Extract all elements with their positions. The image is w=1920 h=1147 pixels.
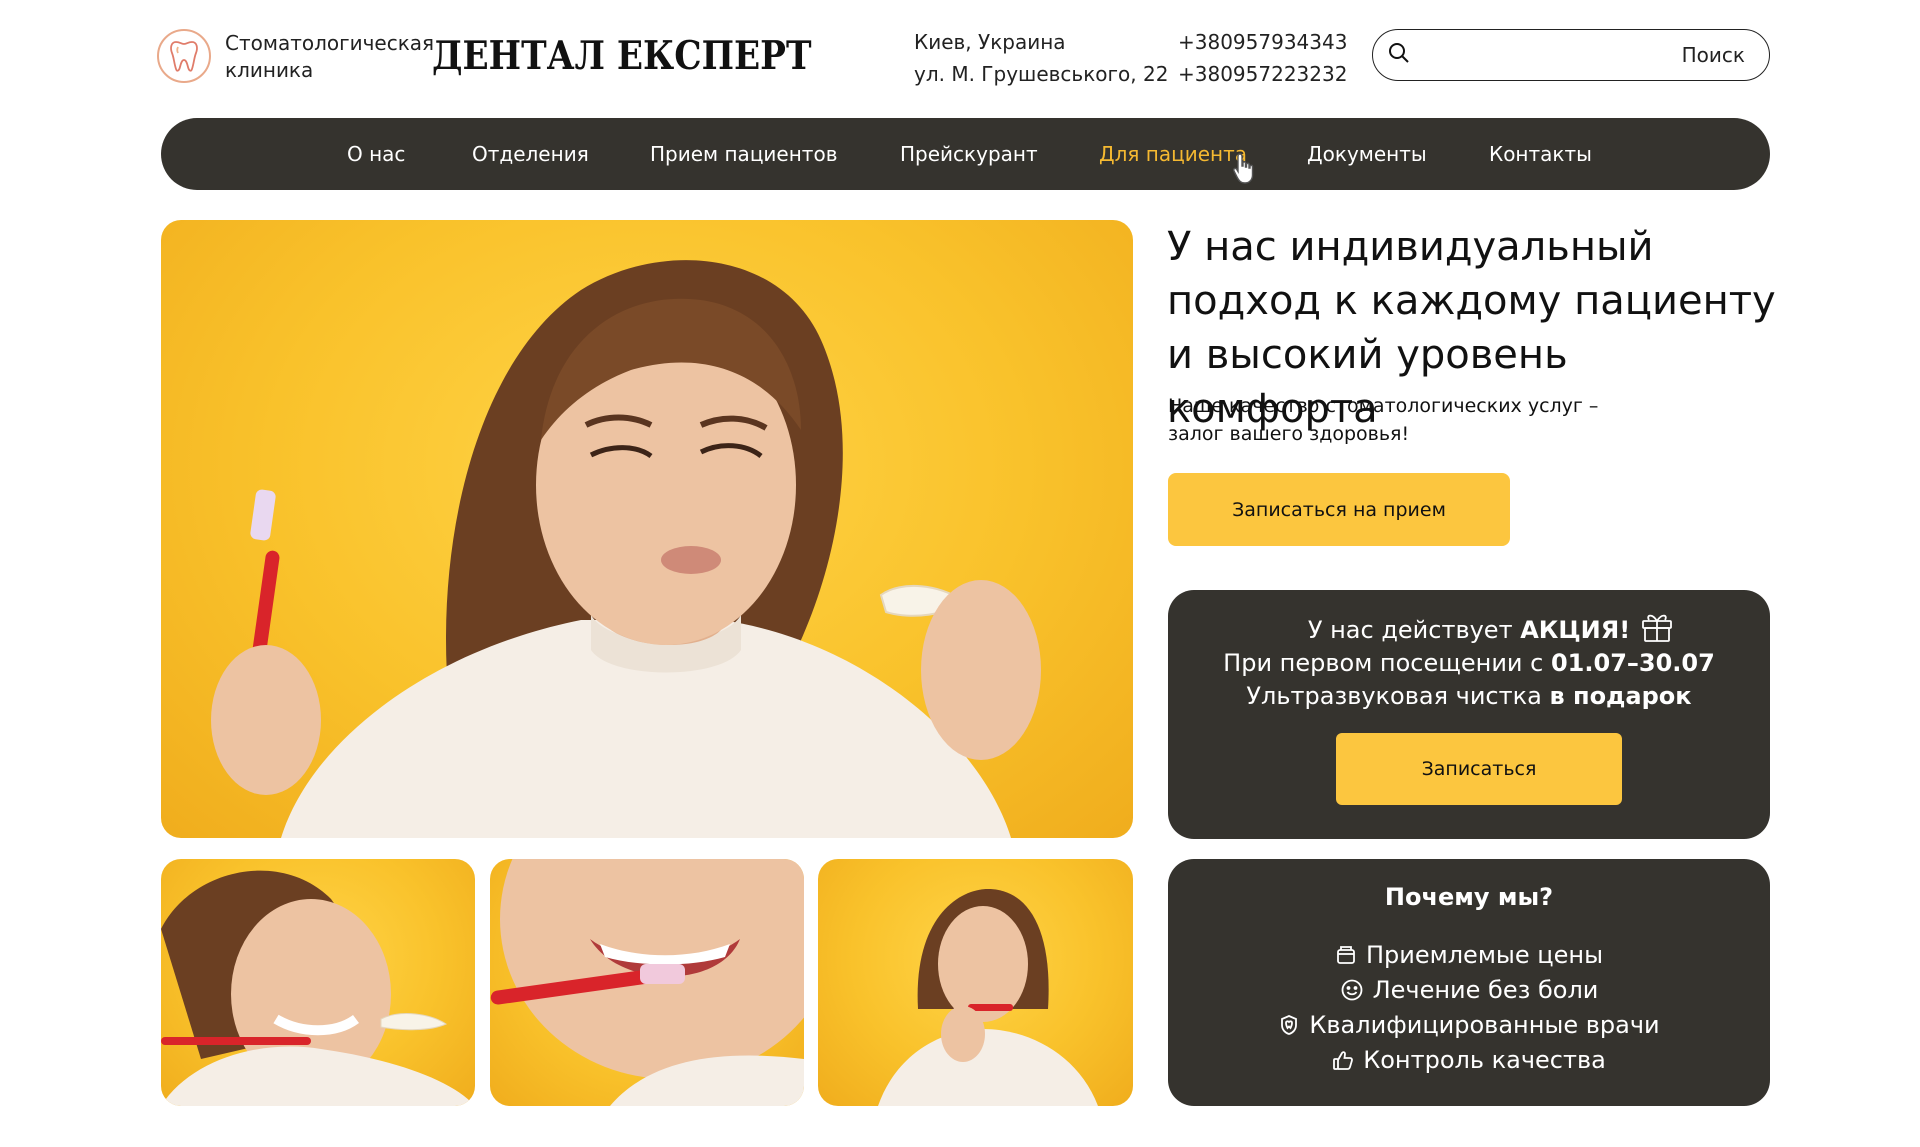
promo-signup-button[interactable]: Записаться (1336, 733, 1622, 805)
promo-line-3-text: Ультразвуковая чистка (1246, 682, 1550, 710)
wallet-icon (1337, 945, 1355, 964)
why-us-title: Почему мы? (1384, 883, 1554, 911)
why-us-item-painless: Лечение без боли (1340, 972, 1599, 1007)
thumbs-up-icon (1333, 1050, 1354, 1070)
hero-subtitle-line2: залог вашего здоровья! (1168, 423, 1410, 445)
phones: +380957934343 +380957223232 (1178, 26, 1347, 90)
address-city: Киев, Украина (914, 30, 1066, 54)
why-us-item-label: Квалифицированные врачи (1309, 1010, 1660, 1039)
thumbnail-photo-1[interactable] (161, 859, 475, 1106)
book-appointment-button[interactable]: Записаться на прием (1168, 473, 1510, 546)
thumbnail-photo-3[interactable] (818, 859, 1133, 1106)
search-input[interactable] (1423, 43, 1682, 67)
phone-1[interactable]: +380957934343 (1178, 26, 1347, 58)
hero-title-line1: У нас индивидуальный (1167, 224, 1654, 270)
logo-subtitle: Стоматологическая клиника (225, 30, 434, 84)
nav-item-contacts[interactable]: Контакты (1489, 118, 1592, 190)
girl-thinking-illustration (878, 889, 1098, 1106)
thumbnail-photo-2[interactable] (490, 859, 804, 1106)
logo-tooth-icon[interactable] (157, 29, 211, 83)
address: Киев, Украина ул. М. Грушевського, 22 (914, 26, 1168, 90)
promo-line-3-bold: в подарок (1549, 682, 1692, 710)
promo-card: У нас действует АКЦИЯ! При первом посеще… (1168, 590, 1770, 839)
hero-photo (161, 220, 1133, 838)
why-us-item-doctors: Квалифицированные врачи (1278, 1007, 1660, 1042)
search-button[interactable]: Поиск (1682, 43, 1745, 67)
brand-title[interactable]: ДЕНТАЛ ЕКСПЕРТ (432, 28, 812, 84)
promo-line-1-text: У нас действует (1307, 616, 1521, 644)
nav-item-reception[interactable]: Прием пациентов (650, 118, 837, 190)
gift-icon (1640, 609, 1674, 647)
nav-item-departments[interactable]: Отделения (472, 118, 589, 190)
hero-subtitle-line1: Наше качество стоматологических услуг – (1168, 395, 1599, 417)
nav-item-pricelist[interactable]: Прейскурант (900, 118, 1038, 190)
why-us-item-label: Лечение без боли (1372, 975, 1599, 1004)
why-us-item-label: Приемлемые цены (1365, 940, 1604, 969)
why-us-card: Почему мы? Приемлемые цены Лечение без б… (1168, 859, 1770, 1106)
nav-item-for-patient[interactable]: Для пациента (1099, 118, 1247, 190)
why-us-list: Приемлемые цены Лечение без боли Квалифи… (1168, 937, 1770, 1077)
tooth-shield-icon (1281, 1014, 1298, 1035)
promo-line-1-bold: АКЦИЯ! (1520, 616, 1631, 644)
search-icon[interactable] (1387, 41, 1411, 69)
promo-text: У нас действует АКЦИЯ! При первом посеще… (1168, 614, 1770, 713)
promo-line-3: Ультразвуковая чистка в подарок (1168, 680, 1770, 713)
promo-line-1: У нас действует АКЦИЯ! (1168, 614, 1770, 647)
address-street: ул. М. Грушевського, 22 (914, 62, 1169, 86)
why-us-item-label: Контроль качества (1363, 1045, 1606, 1074)
hand-cursor-icon (1232, 152, 1262, 190)
nav-item-about[interactable]: О нас (347, 118, 405, 190)
main-nav: О нас Отделения Прием пациентов Прейскур… (161, 118, 1770, 190)
hero-title-line2: подход к каждому пациенту (1167, 278, 1776, 324)
smile-icon (1341, 979, 1362, 1000)
girl-brushing-teeth-illustration (161, 870, 475, 1106)
smile-close-up-illustration (490, 859, 804, 1106)
logo-subtitle-line2: клиника (225, 58, 314, 82)
promo-line-2: При первом посещении с 01.07–30.07 (1168, 647, 1770, 680)
logo-subtitle-line1: Стоматологическая (225, 31, 435, 55)
promo-date-range: 01.07–30.07 (1550, 649, 1715, 677)
search-box[interactable]: Поиск (1372, 29, 1770, 81)
nav-item-documents[interactable]: Документы (1307, 118, 1427, 190)
why-us-item-prices: Приемлемые цены (1335, 937, 1603, 972)
phone-2[interactable]: +380957223232 (1178, 58, 1347, 90)
girl-with-toothbrush-illustration (211, 260, 1041, 838)
why-us-item-quality: Контроль качества (1332, 1042, 1606, 1077)
hero-subtitle: Наше качество стоматологических услуг – … (1168, 392, 1608, 448)
promo-line-2-text: При первом посещении с (1223, 649, 1551, 677)
